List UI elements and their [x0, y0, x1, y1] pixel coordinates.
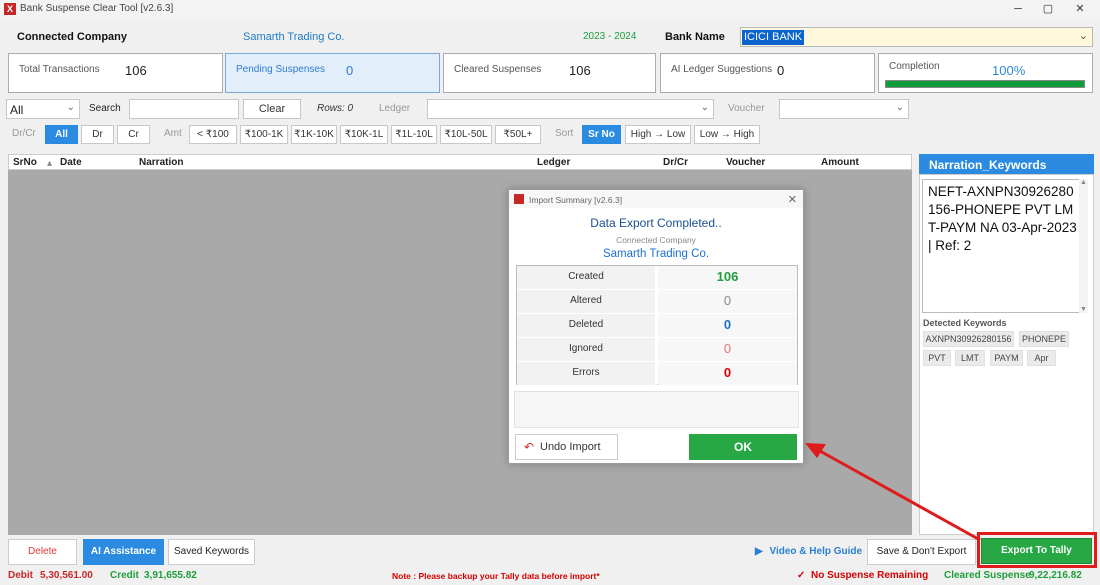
credit-value: 3,91,655.82 — [144, 570, 197, 581]
debit-value: 5,30,561.00 — [40, 570, 93, 581]
annotation-arrow — [805, 443, 981, 542]
status-bar: Debit 5,30,561.00 Credit 3,91,655.82 Not… — [0, 567, 1100, 585]
cleared-suspense-value: 9,22,216.82 — [1029, 570, 1082, 581]
check-icon: ✓ — [797, 570, 806, 581]
backup-note: Note : Please backup your Tally data bef… — [392, 571, 600, 581]
debit-label: Debit — [8, 570, 33, 581]
credit-label: Credit — [110, 570, 139, 581]
no-suspense-remaining: No Suspense Remaining — [811, 570, 929, 581]
cleared-suspense-label: Cleared Suspense — [944, 570, 1031, 581]
